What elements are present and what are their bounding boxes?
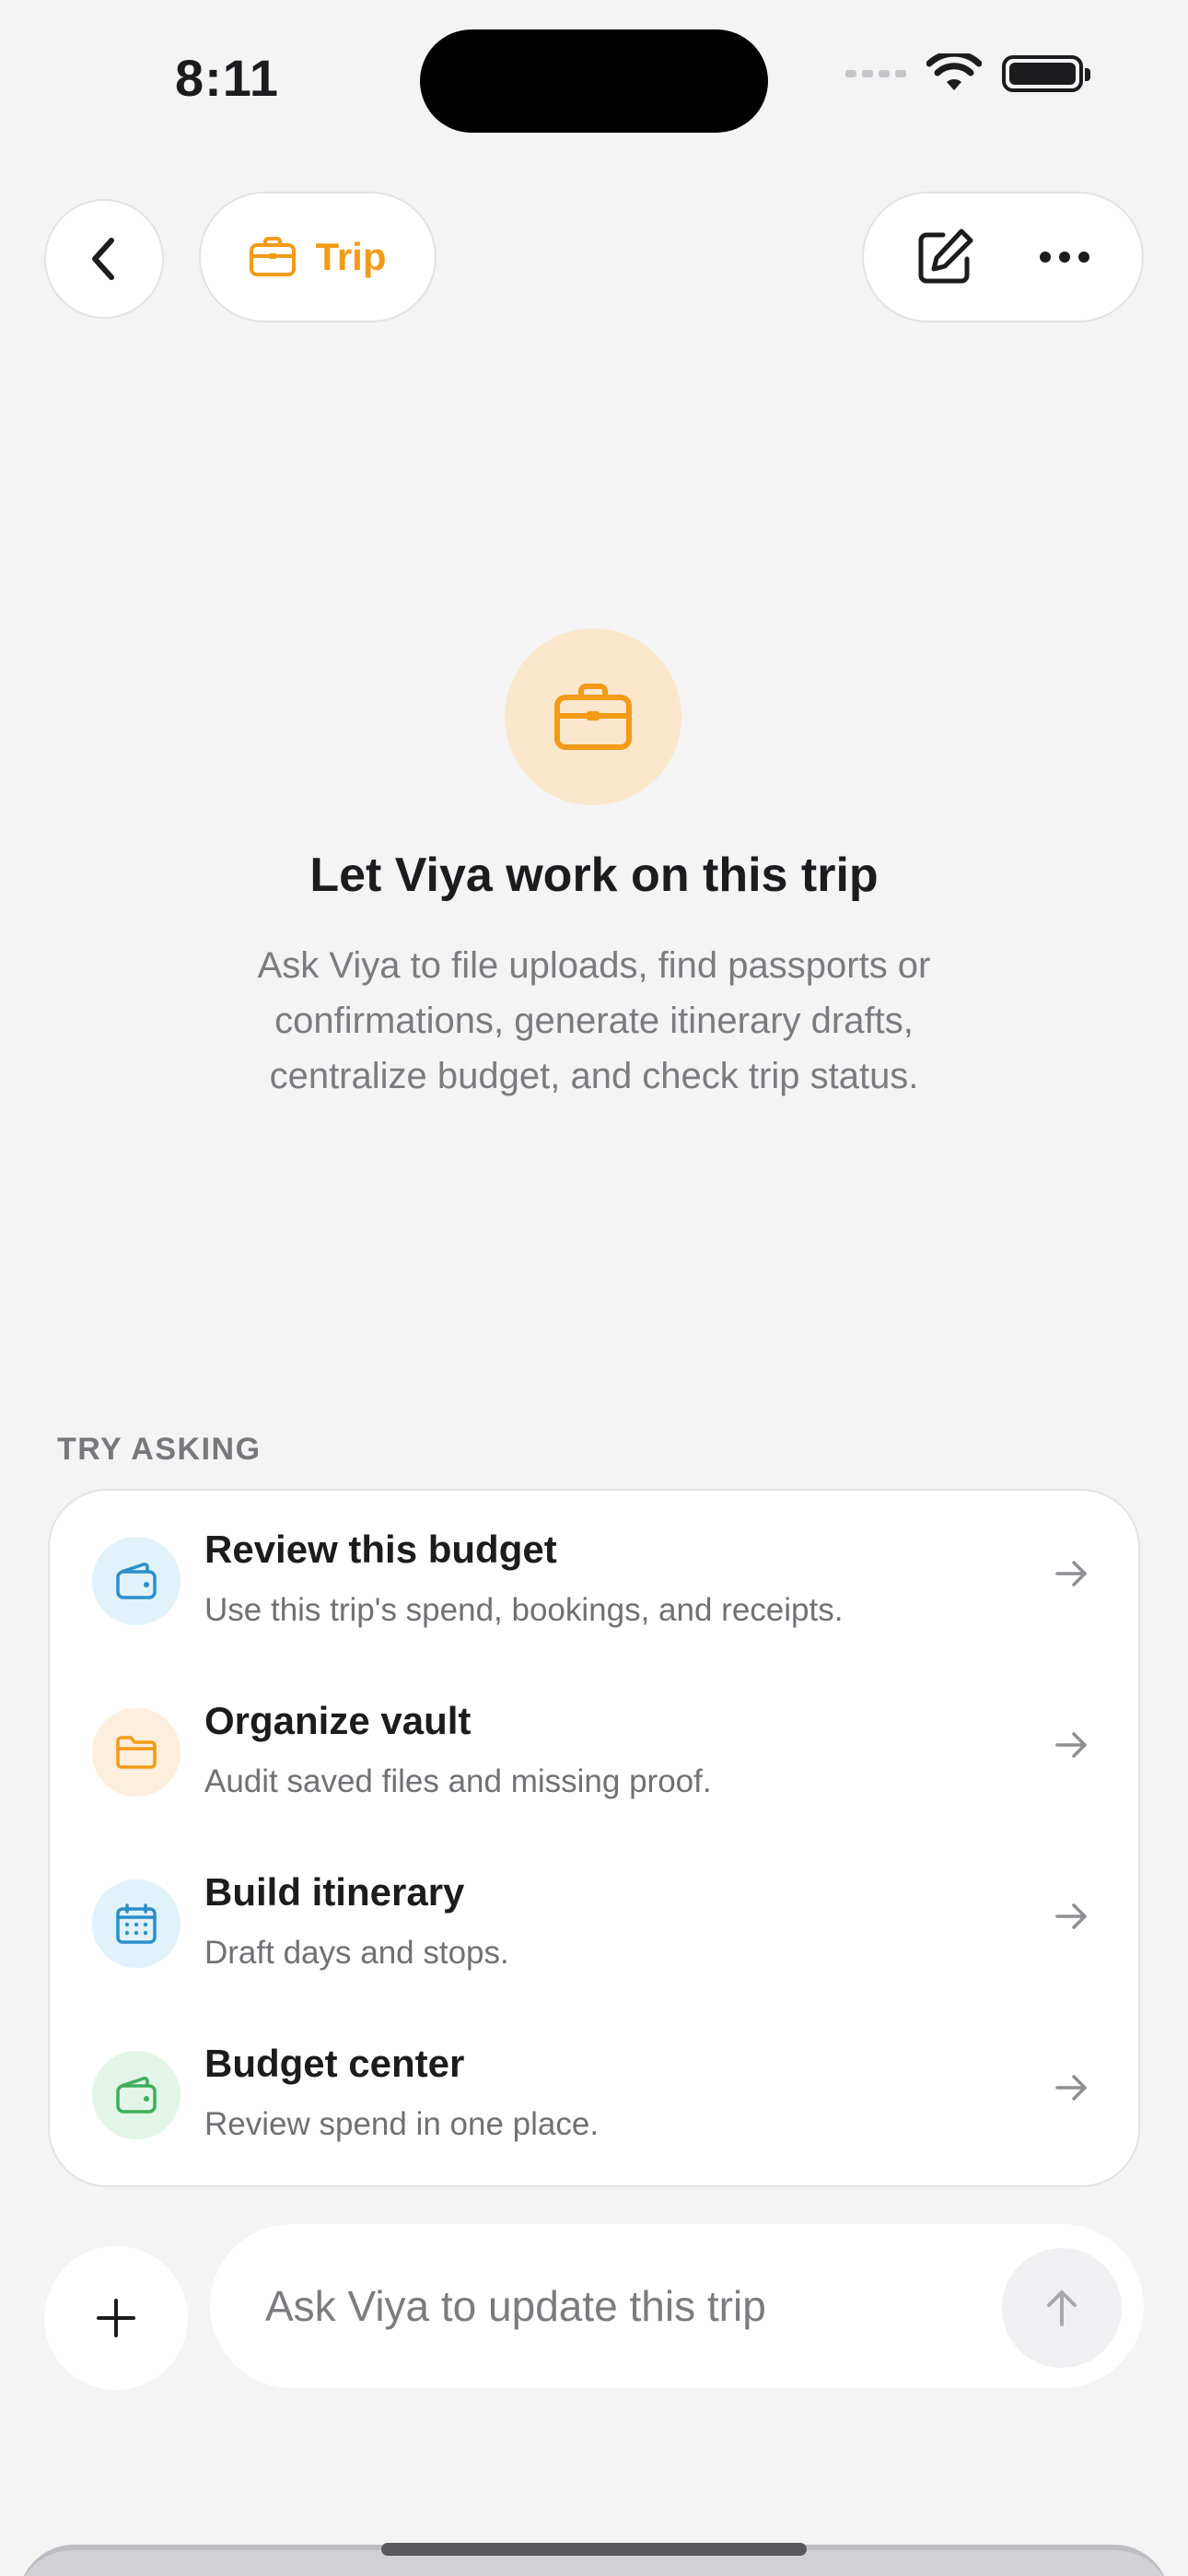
suggestion-organize-vault[interactable]: Organize vault Audit saved files and mis… bbox=[50, 1662, 1138, 1833]
arrow-right-icon bbox=[1055, 1903, 1087, 1929]
wallet-icon bbox=[116, 2077, 157, 2113]
suggestion-icon-badge bbox=[92, 1537, 181, 1625]
suggestion-review-budget[interactable]: Review this budget Use this trip's spend… bbox=[50, 1491, 1138, 1662]
compose-icon[interactable] bbox=[915, 228, 974, 287]
add-attachment-button[interactable] bbox=[44, 2246, 188, 2390]
hero-briefcase-badge bbox=[505, 628, 681, 805]
suggestion-text: Budget center Review spend in one place. bbox=[204, 2042, 599, 2143]
suggestion-title: Organize vault bbox=[204, 1699, 472, 1742]
arrow-right-icon bbox=[1055, 1732, 1087, 1758]
plus-icon bbox=[97, 2299, 135, 2337]
status-icons bbox=[845, 53, 1090, 94]
wallet-icon bbox=[116, 1563, 157, 1599]
suggestion-icon-badge bbox=[92, 1879, 181, 1968]
hero-description: Ask Viya to file uploads, find passports… bbox=[257, 945, 931, 1096]
suggestion-title: Build itinerary bbox=[204, 1870, 465, 1914]
message-input[interactable]: Ask Viya to update this trip bbox=[210, 2224, 1144, 2388]
suggestion-text: Build itinerary Draft days and stops. bbox=[204, 1870, 509, 1972]
ellipsis-icon[interactable] bbox=[1039, 251, 1090, 263]
arrow-right-icon bbox=[1055, 2075, 1087, 2101]
chevron-left-icon bbox=[92, 238, 114, 280]
suggestion-text: Organize vault Audit saved files and mis… bbox=[204, 1699, 712, 1800]
suggestion-subtitle: Draft days and stops. bbox=[204, 1935, 509, 1971]
try-asking-label: TRY ASKING bbox=[57, 1432, 262, 1467]
trip-assistant-screen: 8:11 Trip Let Viya work on this trip Ask… bbox=[0, 0, 1188, 2576]
suggestion-title: Budget center bbox=[204, 2042, 465, 2085]
arrow-up-icon bbox=[1047, 2290, 1077, 2326]
suggestion-icon-badge bbox=[92, 1708, 181, 1797]
dynamic-island bbox=[420, 29, 768, 133]
header-actions bbox=[862, 192, 1144, 322]
folder-icon bbox=[116, 1736, 157, 1769]
battery-icon bbox=[1002, 55, 1090, 92]
wifi-icon bbox=[926, 53, 982, 90]
status-time: 8:11 bbox=[175, 49, 279, 107]
suggestion-build-itinerary[interactable]: Build itinerary Draft days and stops. bbox=[50, 1833, 1138, 2005]
calendar-icon bbox=[116, 1903, 157, 1944]
briefcase-icon bbox=[554, 684, 632, 750]
trip-chip[interactable]: Trip bbox=[199, 192, 437, 322]
suggestion-budget-center[interactable]: Budget center Review spend in one place. bbox=[50, 2005, 1138, 2176]
briefcase-icon bbox=[250, 237, 297, 276]
hero-title: Let Viya work on this trip bbox=[309, 849, 879, 902]
suggestion-text: Review this budget Use this trip's spend… bbox=[204, 1528, 843, 1629]
suggestion-subtitle: Review spend in one place. bbox=[204, 2106, 600, 2142]
arrow-right-icon bbox=[1055, 1561, 1087, 1587]
send-button[interactable] bbox=[1002, 2248, 1122, 2368]
suggestion-subtitle: Audit saved files and missing proof. bbox=[204, 1763, 712, 1799]
back-button[interactable] bbox=[44, 199, 164, 319]
suggestion-title: Review this budget bbox=[204, 1528, 557, 1571]
cellular-signal-icon bbox=[845, 70, 906, 77]
suggestion-icon-badge bbox=[92, 2051, 181, 2139]
home-indicator bbox=[381, 2543, 807, 2556]
suggestion-subtitle: Use this trip's spend, bookings, and rec… bbox=[204, 1592, 844, 1628]
message-input-placeholder: Ask Viya to update this trip bbox=[265, 2282, 766, 2330]
suggestions-card: Review this budget Use this trip's spend… bbox=[48, 1489, 1140, 2187]
trip-chip-label: Trip bbox=[315, 235, 387, 278]
